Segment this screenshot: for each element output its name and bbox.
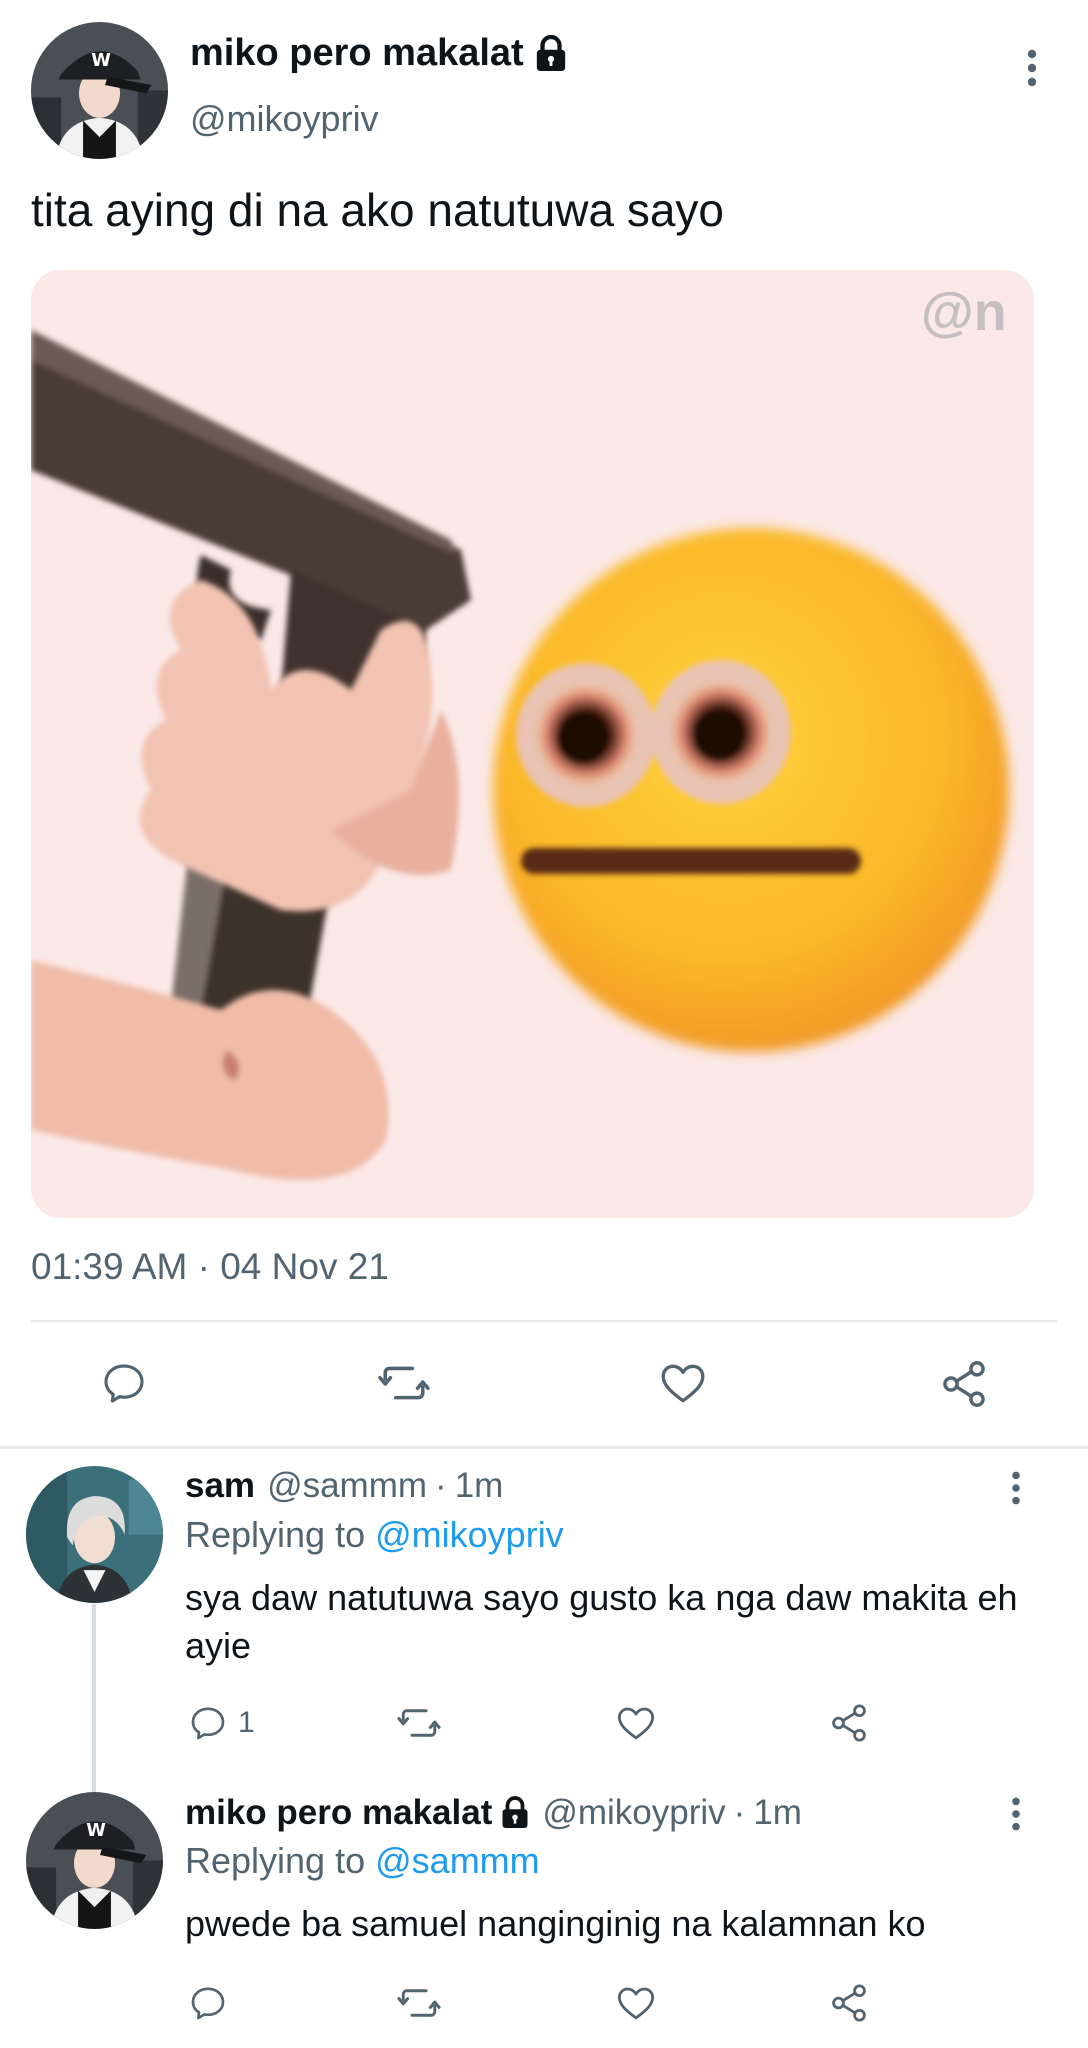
reply-button[interactable] [188, 1982, 228, 2024]
main-tweet-header: miko pero makalat [190, 32, 568, 75]
reply-avatar-sam[interactable] [26, 1466, 163, 1603]
avatar-person-icon [26, 1466, 163, 1603]
lock-icon [500, 1796, 530, 1830]
share-icon [832, 1984, 866, 2022]
reply-display-name[interactable]: sam [185, 1466, 255, 1506]
avatar-person-icon: W [26, 1792, 163, 1929]
replying-prefix: Replying to [185, 1514, 366, 1555]
reply-button[interactable]: 1 [188, 1702, 255, 1744]
like-icon [617, 1707, 655, 1740]
tweet-media-image[interactable]: @n [31, 270, 1034, 1218]
main-tweet-avatar[interactable]: W [31, 22, 168, 159]
replying-mention[interactable]: @sammm [375, 1840, 540, 1881]
handle[interactable]: @mikoypriv [190, 98, 379, 140]
reply-header: miko pero makalat @mikoypriv · 1m [185, 1793, 802, 1833]
replying-mention[interactable]: @mikoypriv [375, 1514, 564, 1555]
tweet-timestamp[interactable]: 01:39 AM · 04 Nov 21 [31, 1246, 389, 1288]
like-icon [617, 1987, 655, 2020]
reply-handle[interactable]: @sammm [267, 1466, 427, 1506]
meme-image: @n [31, 270, 1034, 1218]
share-icon [832, 1704, 866, 1742]
like-button[interactable] [615, 1982, 657, 2024]
reply-header: sam @sammm · 1m [185, 1466, 503, 1506]
reply-display-name[interactable]: miko pero makalat [185, 1793, 492, 1833]
more-vertical-icon[interactable] [1009, 1796, 1023, 1832]
reply-icon [191, 1987, 225, 2020]
retweet-icon [397, 1709, 441, 1737]
media-watermark: @n [921, 282, 1007, 342]
like-icon [661, 1364, 705, 1403]
avatar-person-icon: W [31, 22, 168, 159]
section-divider [0, 1446, 1088, 1449]
display-name[interactable]: miko pero makalat [190, 32, 524, 75]
replying-prefix: Replying to [185, 1840, 366, 1881]
replying-to: Replying to @sammm [185, 1840, 540, 1882]
retweet-icon [397, 1989, 441, 2017]
reply-count: 1 [238, 1706, 255, 1739]
more-vertical-icon[interactable] [1009, 1470, 1023, 1506]
reply-icon [104, 1364, 144, 1403]
like-button[interactable] [615, 1702, 657, 1744]
reply-text: pwede ba samuel nanginginig na kalamnan … [185, 1903, 926, 1944]
divider [31, 1320, 1057, 1322]
reply-avatar-miko[interactable]: W [26, 1792, 163, 1929]
more-vertical-icon[interactable] [1025, 48, 1039, 88]
reply-dot: · [733, 1793, 746, 1832]
share-icon [943, 1361, 985, 1407]
share-button[interactable] [828, 1982, 870, 2024]
lock-icon [534, 34, 568, 73]
reply-handle[interactable]: @mikoypriv [542, 1793, 725, 1833]
reply-text: sya daw natutuwa sayo gusto ka nga daw m… [185, 1577, 1018, 1666]
share-button[interactable] [828, 1702, 870, 1744]
reply-time[interactable]: 1m [455, 1466, 504, 1506]
share-button[interactable] [938, 1358, 990, 1410]
retweet-button[interactable] [395, 1982, 443, 2024]
retweet-button[interactable] [376, 1358, 432, 1408]
retweet-button[interactable] [395, 1702, 443, 1744]
reply-icon [191, 1707, 225, 1740]
replying-to: Replying to @mikoypriv [185, 1514, 564, 1556]
svg-text:W: W [86, 1820, 106, 1841]
retweet-icon [378, 1366, 430, 1400]
svg-text:W: W [91, 50, 111, 71]
reply-dot: · [435, 1466, 447, 1505]
reply-button[interactable] [100, 1358, 148, 1408]
main-tweet: W miko pero makalat @mikoypriv tita ayin… [0, 0, 1088, 1448]
thread-line [92, 1604, 96, 1792]
tweet-text: tita aying di na ako natutuwa sayo [31, 184, 725, 236]
reply-time[interactable]: 1m [753, 1793, 802, 1833]
like-button[interactable] [658, 1358, 708, 1408]
